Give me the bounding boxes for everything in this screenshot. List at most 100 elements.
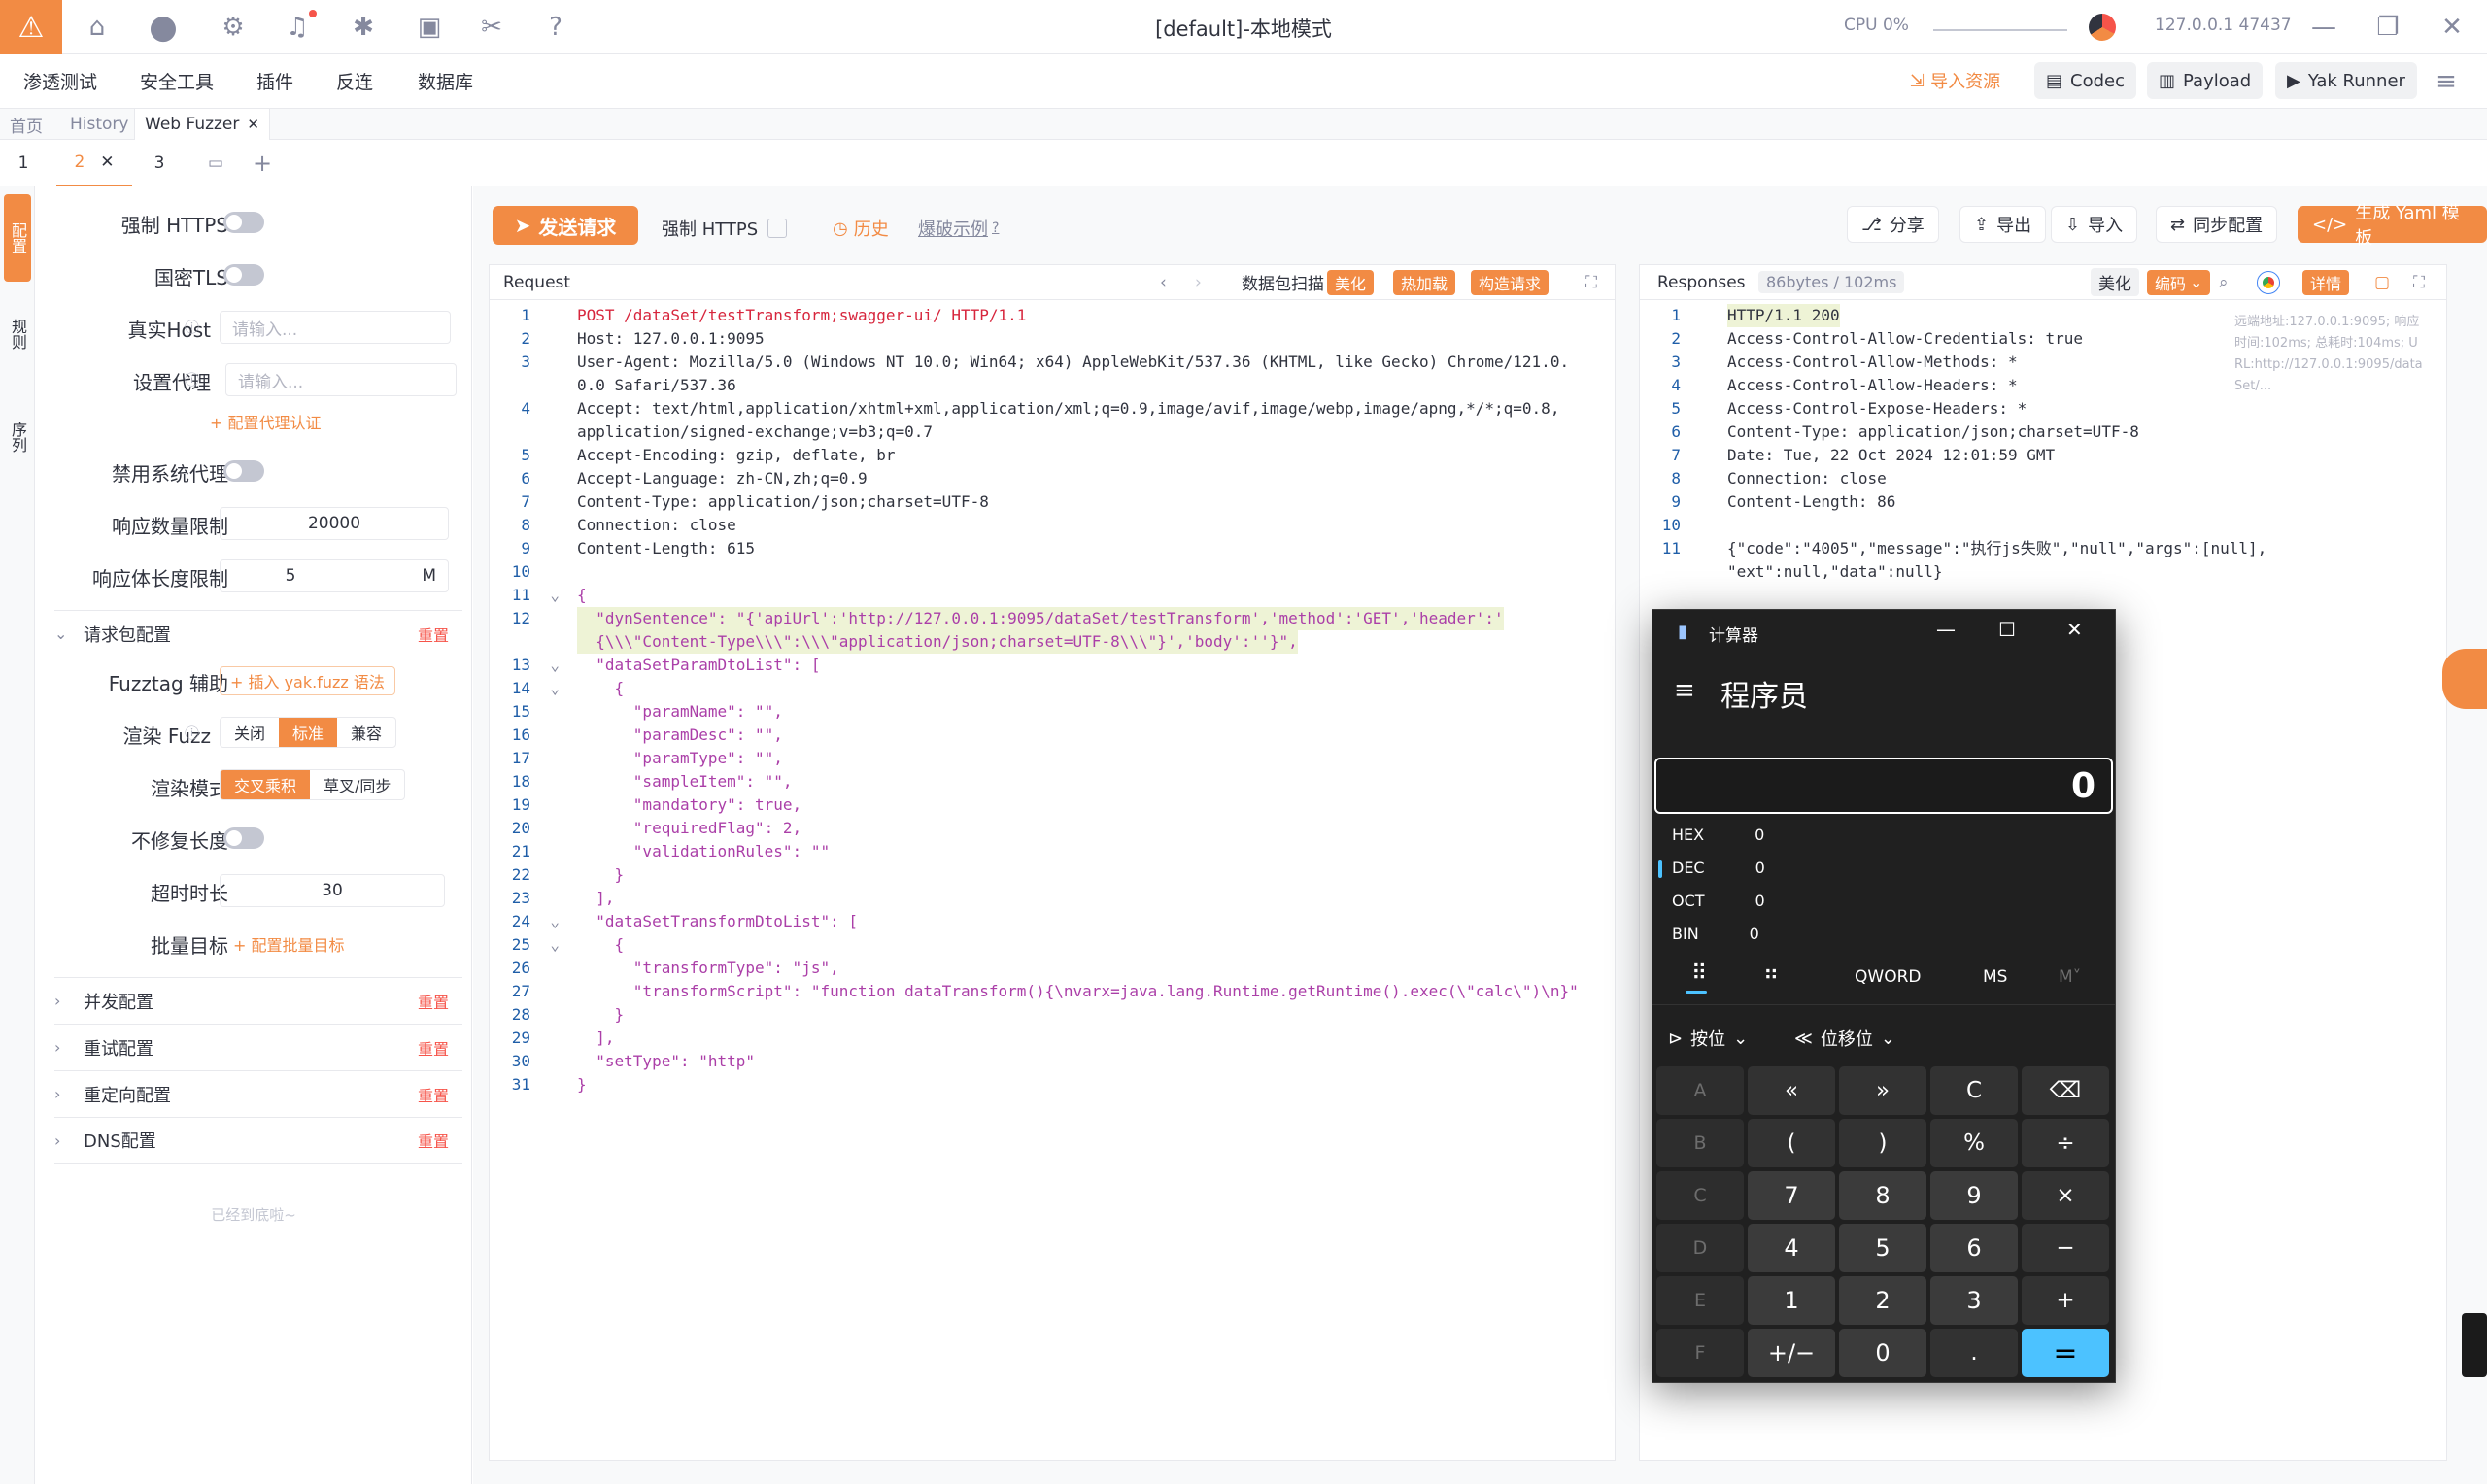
fold-chevron-icon[interactable]: ⌄ [540, 654, 560, 677]
keypad-icon[interactable]: ⠿ [1691, 961, 1707, 986]
render-off-option[interactable]: 关闭 [221, 718, 279, 747]
real-host-input[interactable]: 请输入... [220, 311, 451, 344]
generate-yaml-button[interactable]: </> 生成 Yaml 模板 [2298, 203, 2487, 249]
key-0[interactable]: 0 [1839, 1329, 1926, 1377]
close-sub-tab-icon[interactable]: ✕ [100, 152, 114, 172]
user-avatar-icon[interactable]: ● [146, 8, 181, 47]
key-5[interactable]: 5 [1839, 1224, 1926, 1272]
resp-len-input[interactable]: 5M [220, 559, 449, 592]
radix-hex[interactable]: HEX 0 [1672, 826, 1764, 844]
menu-reverse[interactable]: 反连 [336, 68, 373, 94]
save-icon[interactable]: ▭ [198, 140, 233, 186]
reset-button[interactable]: 重置 [418, 990, 449, 1013]
restore-icon[interactable]: ❐ [2370, 10, 2405, 45]
force-https-toggle[interactable]: 强制 HTTPS [662, 216, 788, 241]
key-1[interactable]: 1 [1748, 1276, 1835, 1325]
prev-icon[interactable]: ‹ [1160, 273, 1167, 292]
key-8[interactable]: 8 [1839, 1171, 1926, 1220]
key-decimal[interactable]: . [1930, 1329, 2018, 1377]
terminal-icon[interactable]: ▣ [412, 10, 447, 45]
fullscreen-icon[interactable]: ⛶ [2413, 273, 2425, 292]
proxy-input[interactable]: 请输入... [225, 363, 457, 396]
fold-chevron-icon[interactable]: ⌄ [540, 584, 560, 607]
sync-config-button[interactable]: ⇄ 同步配置 [2156, 206, 2278, 243]
chrome-icon[interactable] [2257, 270, 2280, 294]
key-9[interactable]: 9 [1930, 1171, 2018, 1220]
proxy-auth-link[interactable]: + 配置代理认证 [210, 410, 322, 433]
gm-tls-switch[interactable] [223, 264, 264, 286]
add-tab-icon[interactable]: + [245, 140, 280, 186]
key-d[interactable]: D [1656, 1224, 1744, 1272]
calc-minimize-icon[interactable]: — [1936, 618, 1956, 641]
close-icon[interactable]: ✕ [2435, 10, 2470, 45]
yakit-logo-icon[interactable]: ⚠ [0, 0, 62, 54]
share-button[interactable]: ⎇ 分享 [1847, 206, 1939, 243]
import-resource-button[interactable]: ⇲ 导入资源 [1910, 68, 2000, 93]
home-icon[interactable]: ⌂ [80, 10, 115, 45]
resp-count-input[interactable]: 20000 [220, 507, 449, 540]
key-minus[interactable]: − [2022, 1224, 2109, 1272]
timeout-input[interactable]: 30 [220, 874, 445, 907]
tools-icon[interactable]: ✂ [474, 10, 509, 45]
bitwise-dropdown[interactable]: ⊳ 按位 ⌄ [1668, 1026, 1748, 1051]
key-divide[interactable]: ÷ [2022, 1119, 2109, 1167]
hamburger-icon[interactable]: ≡ [1674, 676, 1695, 705]
tab-home[interactable]: 首页 [0, 109, 52, 140]
tab-web-fuzzer[interactable]: Web Fuzzer ✕ [134, 109, 270, 140]
key-7[interactable]: 7 [1748, 1171, 1835, 1220]
key-rshift[interactable]: » [1839, 1066, 1926, 1115]
memory-dropdown-button[interactable]: M˅ [2059, 967, 2081, 987]
key-multiply[interactable]: × [2022, 1171, 2109, 1220]
sub-tab-3[interactable]: 3 [142, 140, 177, 186]
help-icon[interactable]: ? [538, 10, 573, 45]
assistant-mascot-icon[interactable] [2442, 649, 2487, 709]
engine-icon[interactable] [2089, 14, 2116, 41]
key-negate[interactable]: +/− [1748, 1329, 1835, 1377]
key-backspace[interactable]: ⌫ [2022, 1066, 2109, 1115]
force-https-switch[interactable] [223, 212, 264, 233]
menu-database[interactable]: 数据库 [418, 68, 473, 94]
key-plus[interactable]: + [2022, 1276, 2109, 1325]
key-a[interactable]: A [1656, 1066, 1744, 1115]
fold-chevron-icon[interactable]: ⌄ [540, 933, 560, 957]
response-beautify-button[interactable]: 美化 [2091, 268, 2139, 296]
example-link[interactable]: 爆破示例? [918, 216, 999, 241]
menu-collapse-icon[interactable]: ≡ [2429, 64, 2464, 99]
disable-sys-proxy-switch[interactable] [223, 460, 264, 482]
key-lshift[interactable]: « [1748, 1066, 1835, 1115]
menu-plugins[interactable]: 插件 [256, 68, 293, 94]
fold-chevron-icon[interactable]: ⌄ [540, 677, 560, 700]
no-fix-length-switch[interactable] [223, 827, 264, 849]
key-lparen[interactable]: ( [1748, 1119, 1835, 1167]
reset-button[interactable]: 重置 [418, 623, 449, 646]
payload-button[interactable]: ▥ Payload [2147, 62, 2264, 99]
side-tab-rules[interactable]: 规则 [4, 295, 31, 373]
calc-close-icon[interactable]: ✕ [2066, 618, 2083, 641]
beautify-button[interactable]: 美化 [1327, 269, 1375, 295]
minimize-icon[interactable]: — [2306, 10, 2341, 45]
next-icon[interactable]: › [1195, 273, 1202, 292]
reset-button[interactable]: 重置 [418, 1129, 449, 1152]
section-retry[interactable]: › 重试配置 重置 [54, 1024, 462, 1070]
yak-runner-button[interactable]: ▶ Yak Runner [2275, 62, 2417, 99]
section-concurrency[interactable]: › 并发配置 重置 [54, 977, 462, 1024]
reset-button[interactable]: 重置 [418, 1036, 449, 1060]
render-compat-option[interactable]: 兼容 [337, 718, 395, 747]
radix-dec[interactable]: DEC 0 [1672, 859, 1765, 877]
export-button[interactable]: ⇪ 导出 [1959, 206, 2047, 243]
send-request-button[interactable]: ➤ 发送请求 [493, 206, 638, 245]
side-tab-sequence[interactable]: 序列 [4, 398, 31, 476]
fold-chevron-icon[interactable]: ⌄ [540, 910, 560, 933]
render-standard-option[interactable]: 标准 [279, 718, 338, 747]
radix-oct[interactable]: OCT 0 [1672, 892, 1765, 910]
fullscreen-icon[interactable]: ⛶ [1585, 273, 1597, 292]
search-icon[interactable]: ⌕ [2219, 273, 2229, 292]
key-e[interactable]: E [1656, 1276, 1744, 1325]
force-https-checkbox[interactable] [767, 219, 788, 238]
batch-target-link[interactable]: + 配置批量目标 [233, 932, 345, 956]
key-6[interactable]: 6 [1930, 1224, 2018, 1272]
menu-pentest[interactable]: 渗透测试 [23, 68, 97, 94]
pitchfork-option[interactable]: 草叉/同步 [310, 770, 404, 799]
sub-tab-1[interactable]: 1 [6, 140, 41, 186]
key-c[interactable]: C [1656, 1171, 1744, 1220]
